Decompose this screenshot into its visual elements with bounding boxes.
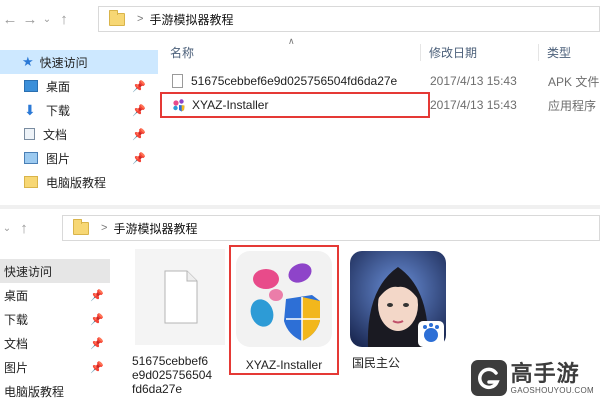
pin-icon: 📌 — [132, 128, 146, 141]
breadcrumb-current[interactable]: 手游模拟器教程 — [149, 11, 233, 28]
generic-file-icon — [172, 74, 183, 88]
sidebar-item-label: 桌面 — [4, 288, 29, 303]
recent-dropdown-icon[interactable]: ⌄ — [0, 223, 14, 234]
sidebar-item-downloads[interactable]: 下载 📌 — [0, 307, 110, 331]
sidebar-item-documents[interactable]: 文档 📌 — [0, 122, 158, 146]
column-name[interactable]: ∧ 名称 — [160, 36, 420, 61]
file-date: 2017/4/13 15:43 — [430, 74, 517, 88]
breadcrumb-current[interactable]: 手游模拟器教程 — [113, 220, 197, 237]
sidebar-item-label: 图片 — [46, 151, 71, 166]
nav-sidebar: ★ 快速访问 桌面 📌 ⬇ 下载 📌 文档 📌 图片 📌 电脑版教程 — [0, 50, 158, 194]
sidebar-item-desktop[interactable]: 桌面 📌 — [0, 283, 110, 307]
sidebar-item-pictures[interactable]: 图片 📌 — [0, 146, 158, 170]
sidebar-item-downloads[interactable]: ⬇ 下载 📌 — [0, 98, 158, 122]
explorer-details-pane: ← → ⌄ ↑ > 手游模拟器教程 ∧ 名称 修改日期 类型 ★ 快速访问 桌面… — [0, 0, 600, 205]
file-tile-game[interactable]: 国民主公 — [348, 249, 448, 370]
watermark-text: 高手游 — [510, 360, 580, 386]
up-button[interactable]: ↑ — [54, 11, 74, 28]
tile-label: 国民主公 — [352, 356, 401, 370]
file-date: 2017/4/13 15:43 — [430, 98, 517, 112]
sidebar-item-pc-tutorial[interactable]: 电脑版教程 — [0, 379, 110, 400]
sidebar-item-label: 电脑版教程 — [46, 175, 107, 190]
picture-icon — [24, 152, 38, 164]
sidebar-item-quick-access[interactable]: 快速访问 — [0, 259, 110, 283]
file-name: 51675cebbef6e9d025756504fd6da27e — [191, 74, 398, 88]
sidebar-item-label: 下载 — [4, 312, 29, 327]
folder-icon — [24, 176, 38, 188]
sidebar-item-label: 快速访问 — [39, 55, 88, 70]
star-icon: ★ — [22, 54, 34, 69]
sidebar-item-label: 文档 — [43, 127, 68, 142]
column-headers: ∧ 名称 修改日期 类型 — [160, 36, 600, 64]
sidebar-item-pc-tutorial[interactable]: 电脑版教程 — [0, 170, 158, 194]
game-app-icon — [350, 251, 446, 347]
address-bar[interactable]: > 手游模拟器教程 — [62, 215, 600, 241]
breadcrumb-separator: > — [137, 13, 144, 25]
sidebar-item-label: 电脑版教程 — [4, 384, 65, 399]
pin-icon: 📌 — [90, 289, 104, 302]
sidebar-item-documents[interactable]: 文档 📌 — [0, 331, 110, 355]
sidebar-item-label: 快速访问 — [4, 264, 53, 279]
back-button[interactable]: ← — [0, 11, 20, 28]
file-row-apk[interactable]: 51675cebbef6e9d025756504fd6da27e 2017/4/… — [160, 70, 600, 92]
sidebar-item-label: 下载 — [46, 103, 71, 118]
document-icon — [24, 128, 35, 140]
folder-icon — [73, 218, 89, 235]
pin-icon: 📌 — [132, 152, 146, 165]
sidebar-item-pictures[interactable]: 图片 📌 — [0, 355, 110, 379]
highlight-box — [229, 245, 339, 375]
breadcrumb-separator: > — [101, 222, 108, 234]
column-type[interactable]: 类型 — [538, 43, 598, 61]
pin-icon: 📌 — [90, 361, 104, 374]
pin-icon: 📌 — [90, 337, 104, 350]
nav-sidebar: 快速访问 桌面 📌 下载 📌 文档 📌 图片 📌 电脑版教程 — [0, 259, 110, 400]
address-bar[interactable]: > 手游模拟器教程 — [98, 6, 600, 32]
pin-icon: 📌 — [132, 104, 146, 117]
watermark-logo-icon — [470, 360, 507, 396]
folder-icon — [109, 9, 125, 26]
sort-ascending-icon: ∧ — [288, 35, 295, 46]
forward-button[interactable]: → — [20, 11, 40, 28]
pin-icon: 📌 — [90, 313, 104, 326]
highlight-box — [160, 92, 430, 118]
sidebar-item-quick-access[interactable]: ★ 快速访问 — [0, 50, 158, 74]
file-type: 应用程序 — [548, 98, 597, 113]
sidebar-item-label: 图片 — [4, 360, 29, 375]
recent-dropdown-icon[interactable]: ⌄ — [40, 14, 54, 25]
pin-icon: 📌 — [132, 80, 146, 93]
column-date[interactable]: 修改日期 — [420, 43, 538, 61]
file-type: APK 文件 — [548, 74, 600, 89]
download-arrow-icon: ⬇ — [24, 102, 36, 118]
sidebar-item-desktop[interactable]: 桌面 📌 — [0, 74, 158, 98]
explorer-icon-pane: ⌄ ↑ > 手游模拟器教程 快速访问 桌面 📌 下载 📌 文档 📌 图片 📌 电… — [0, 205, 600, 400]
address-bar-row: ⌄ ↑ > 手游模拟器教程 — [0, 215, 600, 241]
file-tile-apk[interactable]: 51675cebbef6e9d025756504fd6da27e — [130, 249, 230, 396]
desktop-icon — [24, 80, 38, 92]
up-button[interactable]: ↑ — [14, 220, 34, 237]
site-watermark: 高手游 GAOSHOUYOU.COM — [470, 360, 594, 396]
tile-label: 51675cebbef6e9d025756504fd6da27e — [132, 354, 213, 396]
sidebar-item-label: 文档 — [4, 336, 29, 351]
generic-file-icon — [135, 249, 225, 345]
watermark-subtext: GAOSHOUYOU.COM — [510, 385, 594, 395]
address-bar-row: ← → ⌄ ↑ > 手游模拟器教程 — [0, 6, 600, 32]
sidebar-item-label: 桌面 — [46, 79, 71, 94]
